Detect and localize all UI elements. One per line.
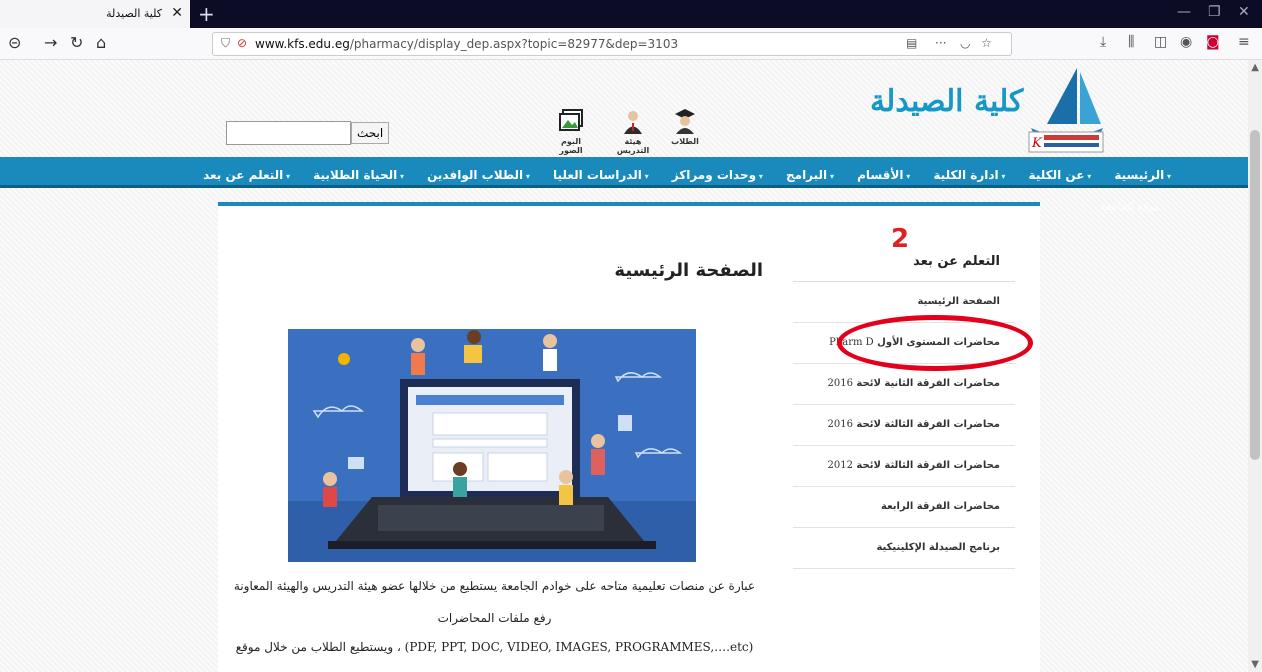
college-logo: K <box>1028 68 1104 153</box>
tab-title: كلية الصيدلة <box>106 7 162 20</box>
browser-toolbar: ⊝ → ↻ ⌂ ⛉ ⊘ www.kfs.edu.eg/pharmacy/disp… <box>0 28 1262 60</box>
teacher-icon <box>624 111 642 134</box>
annotation-highlight-oval <box>837 315 1033 371</box>
shield-icon: ⛉ <box>221 36 231 50</box>
intro-paragraph-2: رفع ملفات المحاضرات <box>437 611 552 625</box>
sidebar-menu: التعلم عن بعد الصفحة الرئيسية محاضرات ال… <box>793 206 1015 569</box>
browser-tab[interactable]: كلية الصيدلة ✕ <box>0 0 190 28</box>
nav-units-centers[interactable]: وحدات ومراكز <box>672 168 763 182</box>
insecure-lock-icon: ⊘ <box>237 36 248 50</box>
scroll-up-icon[interactable]: ▲ <box>1251 62 1259 73</box>
nav-international-students[interactable]: الطلاب الوافدين <box>427 168 530 182</box>
sidebar-item-year4[interactable]: محاضرات الفرقة الرابعة <box>793 487 1015 528</box>
sidebar-item-label: محاضرات الفرقة الثانية لائحة <box>856 378 1000 389</box>
nav-student-life[interactable]: الحياة الطلابية <box>313 168 404 182</box>
url-host: www.kfs.edu.eg <box>255 37 350 51</box>
nav-university-site[interactable]: موقع الجامعة <box>1100 200 1160 213</box>
students-link-label: الطلاب <box>671 137 699 146</box>
nav-home[interactable]: الرئيسية <box>1114 168 1171 182</box>
photo-album-icon <box>559 109 583 131</box>
sidebar-item-label: الصفحة الرئيسية <box>917 296 1000 307</box>
reader-view-icon[interactable]: ▤ <box>906 36 917 50</box>
main-navigation: الرئيسية عن الكلية ادارة الكلية الأقسام … <box>0 157 1248 188</box>
elearning-illustration <box>288 329 696 562</box>
reload-icon[interactable]: ↻ <box>70 33 83 52</box>
page-title: الصفحة الرئيسية <box>614 260 763 281</box>
annotation-number: 2 <box>891 224 910 254</box>
content-card: التعلم عن بعد الصفحة الرئيسية محاضرات ال… <box>218 202 1040 672</box>
restore-icon[interactable]: ❐ <box>1208 4 1221 20</box>
nav-postgraduate[interactable]: الدراسات العليا <box>553 168 649 182</box>
sidebar-item-label: محاضرات الفرقة الثالثة لائحة <box>856 419 1000 430</box>
close-tab-icon[interactable]: ✕ <box>171 5 183 21</box>
gallery-link-label: البوم الصور <box>559 137 583 155</box>
sidebar-item-year3-2016[interactable]: محاضرات الفرقة الثالثة لائحة 2016 <box>793 405 1015 446</box>
graduate-icon <box>675 109 695 134</box>
new-tab-icon[interactable]: + <box>198 2 215 26</box>
forward-icon[interactable]: → <box>44 33 57 52</box>
nav-about[interactable]: عن الكلية <box>1029 168 1092 182</box>
extension-icon[interactable]: ◙ <box>1206 34 1220 50</box>
search-form: ابحث <box>226 121 390 145</box>
page-scrollbar[interactable]: ▲ ▼ <box>1248 60 1262 672</box>
library-icon[interactable]: ⫼ <box>1128 34 1134 50</box>
sidebar-item-label: محاضرات الفرقة الثالثة لائحة <box>856 460 1000 471</box>
pocket-icon[interactable]: ◡ <box>960 36 970 50</box>
search-button[interactable]: ابحث <box>351 122 390 144</box>
nav-distance-learning[interactable]: التعلم عن بعد <box>203 168 290 182</box>
close-window-icon[interactable]: ✕ <box>1238 4 1250 20</box>
sidebar-item-label: برنامج الصيدلة الإكلينيكية <box>876 542 1000 553</box>
minimize-icon[interactable]: — <box>1177 4 1191 20</box>
url-path: /pharmacy/display_dep.aspx?topic=82977&d… <box>349 37 679 51</box>
sidebar-icon[interactable]: ◫ <box>1154 34 1167 50</box>
brand-title: كلية الصيدلة <box>870 84 1024 119</box>
account-icon[interactable]: ◉ <box>1180 34 1192 50</box>
back-icon[interactable]: ⊝ <box>8 33 21 52</box>
sidebar-item-suffix: 2012 <box>827 460 853 471</box>
faculty-link-label: هيئة التدريس <box>616 137 650 155</box>
svg-text:K: K <box>1031 136 1043 151</box>
search-input[interactable] <box>226 121 351 145</box>
sidebar-item-year3-2012[interactable]: محاضرات الفرقة الثالثة لائحة 2012 <box>793 446 1015 487</box>
nav-administration[interactable]: ادارة الكلية <box>933 168 1005 182</box>
intro-paragraph-3: (PDF, PPT, DOC, VIDEO, IMAGES, PROGRAMME… <box>235 640 754 654</box>
browser-window: كلية الصيدلة ✕ + — ❐ ✕ ⊝ → ↻ ⌂ ⛉ ⊘ www.k… <box>0 0 1262 672</box>
tab-bar: كلية الصيدلة ✕ + — ❐ ✕ <box>0 0 1262 28</box>
scroll-thumb[interactable] <box>1250 130 1260 460</box>
sidebar-item-suffix: 2016 <box>827 378 853 389</box>
sidebar-item-label: محاضرات الفرقة الرابعة <box>881 501 1000 512</box>
menu-icon[interactable]: ≡ <box>1238 34 1250 50</box>
scroll-down-icon[interactable]: ▼ <box>1251 659 1259 670</box>
nav-programs[interactable]: البرامج <box>786 168 834 182</box>
page-actions-icon[interactable]: ··· <box>935 36 946 50</box>
downloads-icon[interactable]: ⤓ <box>1100 34 1106 50</box>
home-icon[interactable]: ⌂ <box>96 33 106 52</box>
faculty-link[interactable]: هيئة التدريس <box>613 108 653 155</box>
sidebar-item-clinical[interactable]: برنامج الصيدلة الإكلينيكية <box>793 528 1015 569</box>
intro-paragraph: عبارة عن منصات تعليمية متاحه على خوادم ا… <box>233 579 756 593</box>
nav-departments[interactable]: الأقسام <box>857 168 910 182</box>
sidebar-item-suffix: 2016 <box>827 419 853 430</box>
sidebar-item-year2-2016[interactable]: محاضرات الفرقة الثانية لائحة 2016 <box>793 364 1015 405</box>
students-link[interactable]: الطلاب <box>665 108 705 146</box>
bookmark-star-icon[interactable]: ☆ <box>981 36 992 50</box>
gallery-link[interactable]: البوم الصور <box>551 108 591 155</box>
address-bar[interactable]: ⛉ ⊘ www.kfs.edu.eg/pharmacy/display_dep.… <box>212 32 1012 56</box>
web-page: K كلية الصيدلة الطلاب هيئة التدريس البوم… <box>0 60 1248 672</box>
